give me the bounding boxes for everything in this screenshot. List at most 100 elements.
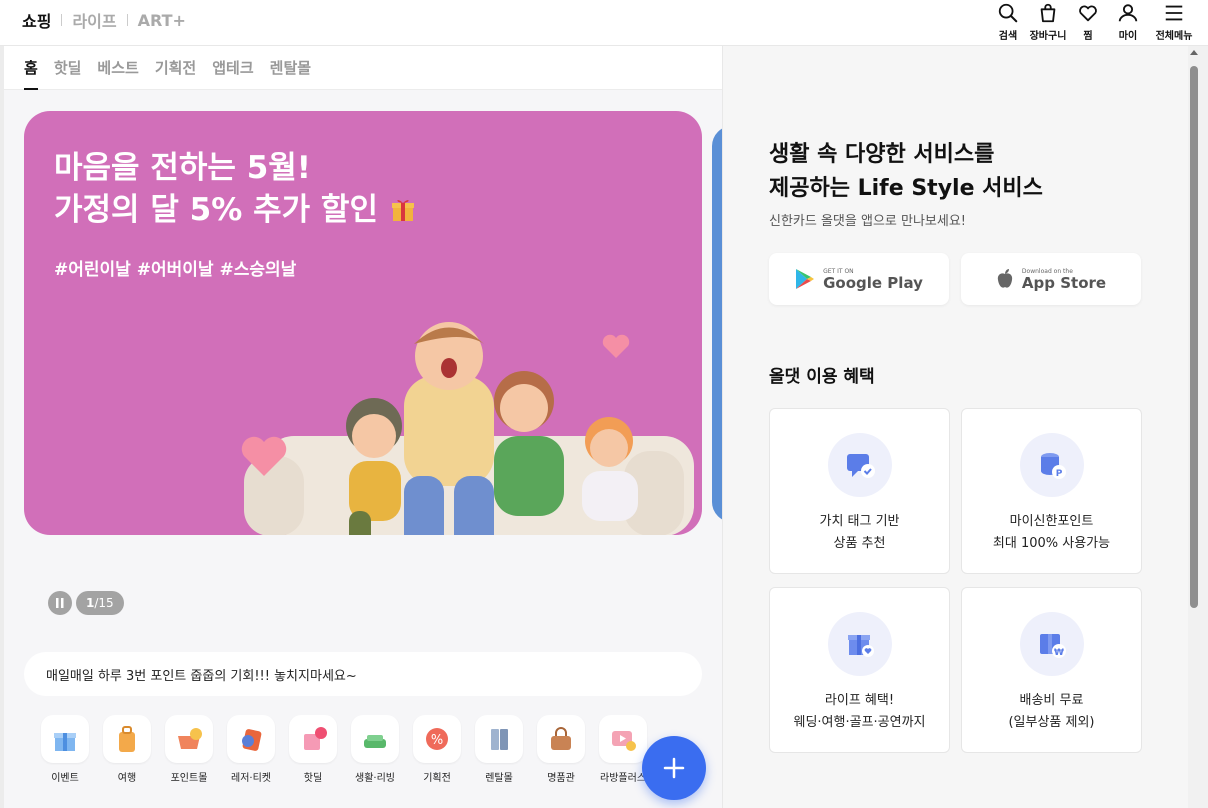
banner-title-line1: 마음을 전하는 5월! [54,150,311,186]
hamburger-icon [1165,5,1183,21]
point-basket-icon [178,728,202,749]
card-line2: 웨딩·여행·골프·공연까지 [793,715,926,730]
category-luxury[interactable]: 명품관 [530,715,592,784]
my-button[interactable]: 마이 [1108,0,1148,46]
card-text: 배송비 무료 (일부상품 제외) [1008,690,1094,734]
svg-text:₩: ₩ [1054,648,1064,658]
app-store-button[interactable]: Download on the App Store [961,253,1141,305]
category-travel[interactable]: 여행 [96,715,158,784]
live-video-icon [612,731,636,751]
ticket-icon [242,729,262,751]
shopping-panel: 홈 핫딜 베스트 기획전 앱테크 렌탈몰 마음을 전하는 5월! 가정의 달 5… [0,46,722,808]
category-pointmall[interactable]: 포인트몰 [158,715,220,784]
benefit-card-point[interactable]: P 마이신한포인트 최대 100% 사용가능 [961,408,1142,574]
header-actions: 검색 장바구니 찜 마이 전체메뉴 [988,0,1200,46]
banner-hashtags: #어린이날 #어버이날 #스승의날 [54,260,297,280]
user-icon [1118,4,1138,22]
category-rental[interactable]: 렌탈몰 [468,715,530,784]
divider [126,14,128,26]
coin-stack-icon: P [1040,453,1066,479]
search-button[interactable]: 검색 [988,0,1028,46]
scroll-up-arrow[interactable] [1190,50,1198,55]
scroll-thumb[interactable] [1190,66,1198,608]
benefit-heading: 올댓 이용 혜택 [769,367,875,387]
promo-banner[interactable]: 마음을 전하는 5월! 가정의 달 5% 추가 할인 #어린이날 #어버이날 #… [24,111,702,535]
app-store-text: Download on the App Store [1022,268,1106,291]
promo-title-line2: 제공하는 Life Style 서비스 [769,176,1043,201]
menu-label: 전체메뉴 [1155,31,1193,42]
category-list: 이벤트 여행 포인트몰 레저·티켓 핫딜 생활·리빙 % 기획전 렌탈몰 명품관… [34,715,654,784]
category-label: 렌탈몰 [485,773,513,784]
search-label: 검색 [998,31,1018,42]
tab-rental[interactable]: 렌탈몰 [270,46,311,90]
category-label: 이벤트 [51,773,79,784]
tab-best[interactable]: 베스트 [97,46,138,90]
wish-label: 찜 [1083,31,1093,42]
benefit-card-free-shipping[interactable]: ₩ 배송비 무료 (일부상품 제외) [961,587,1142,753]
banner-title-text: 가정의 달 5% 추가 할인 [54,192,378,228]
card-line1: 배송비 무료 [1019,693,1084,708]
category-label: 명품관 [547,773,575,784]
sub-navigation: 홈 핫딜 베스트 기획전 앱테크 렌탈몰 [4,46,722,90]
brand-tabs: 쇼핑 라이프 ART+ [22,8,186,32]
category-label: 여행 [117,773,137,784]
card-text: 라이프 혜택! 웨딩·여행·골프·공연까지 [794,690,926,734]
card-text: 가치 태그 기반 상품 추천 [819,511,899,555]
tab-home[interactable]: 홈 [24,46,38,90]
category-leisure[interactable]: 레저·티켓 [220,715,282,784]
page-scrollbar[interactable] [1188,46,1208,808]
next-banner-peek[interactable] [712,126,722,522]
pause-button[interactable] [48,591,72,615]
page-indicator: 1/15 [76,591,124,615]
fridge-icon [491,729,508,750]
cart-label: 장바구니 [1029,31,1067,42]
banner-pager: 1/15 [48,591,124,615]
point-notice-bar[interactable]: 매일매일 하루 3번 포인트 줍줍의 기회!!! 놓치지마세요~ [24,652,702,696]
svg-text:P: P [1055,469,1062,479]
category-label: 핫딜 [303,773,323,784]
menu-button[interactable]: 전체메뉴 [1148,0,1200,46]
search-icon [998,3,1018,23]
promo-title: 생활 속 다양한 서비스를 제공하는 Life Style 서비스 [769,138,1043,206]
my-label: 마이 [1118,31,1138,42]
wish-button[interactable]: 찜 [1068,0,1108,46]
brand-tab-life[interactable]: 라이프 [72,8,116,32]
promo-title-line1: 생활 속 다양한 서비스를 [769,142,995,167]
category-label: 기획전 [423,773,451,784]
tab-hotdeal[interactable]: 핫딜 [54,46,82,90]
divider [61,14,63,26]
heart-icon [1079,5,1097,22]
cart-button[interactable]: 장바구니 [1028,0,1068,46]
tab-exhibition[interactable]: 기획전 [155,46,196,90]
total-pages: /15 [94,596,114,610]
top-header: 쇼핑 라이프 ART+ 검색 장바구니 찜 마이 전체메뉴 [0,0,1208,46]
gift-heart-icon [847,635,874,657]
benefit-card-tag-recommend[interactable]: 가치 태그 기반 상품 추천 [769,408,950,574]
card-line2: 최대 100% 사용가능 [992,536,1111,551]
current-page: 1 [86,596,95,610]
google-play-icon [796,269,815,289]
category-exhibition[interactable]: % 기획전 [406,715,468,784]
category-label: 포인트몰 [170,773,208,784]
plus-icon [663,757,685,779]
tab-apptech[interactable]: 앱테크 [212,46,253,90]
card-line1: 마이신한포인트 [1009,514,1094,529]
add-fab-button[interactable] [642,736,706,800]
category-living[interactable]: 생활·리빙 [344,715,406,784]
percent-badge-icon: % [426,728,448,750]
category-label: 레저·티켓 [231,773,271,784]
box-won-icon: ₩ [1039,634,1066,658]
brand-tab-art[interactable]: ART+ [138,11,186,30]
benefit-card-life[interactable]: 라이프 혜택! 웨딩·여행·골프·공연까지 [769,587,950,753]
category-hotdeal[interactable]: 핫딜 [282,715,344,784]
banner-title-line2: 가정의 달 5% 추가 할인 [54,189,417,231]
brand-tab-shopping[interactable]: 쇼핑 [22,8,51,32]
gift-icon [391,200,414,221]
app-store-big: App Store [1021,273,1107,292]
sofa-icon [364,735,386,748]
category-label: 라방플러스 [600,773,646,784]
google-play-text: GET IT ON Google Play [823,268,923,291]
card-text: 마이신한포인트 최대 100% 사용가능 [993,511,1110,555]
google-play-button[interactable]: GET IT ON Google Play [769,253,949,305]
category-event[interactable]: 이벤트 [34,715,96,784]
